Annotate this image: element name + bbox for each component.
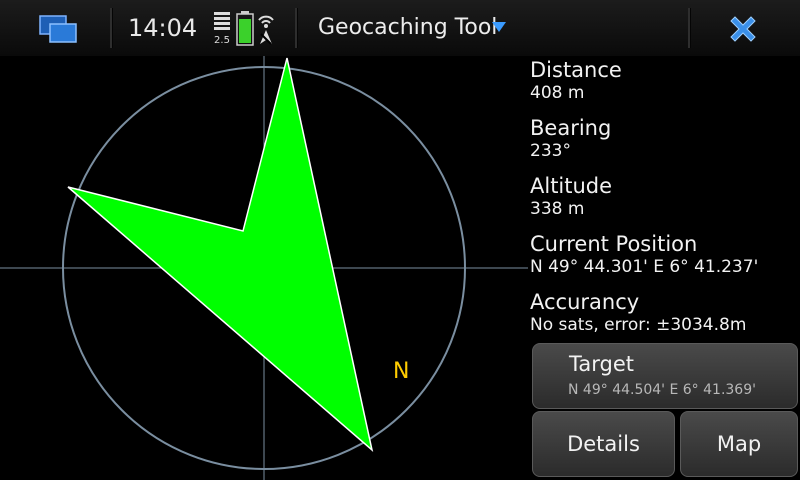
position-label: Current Position — [530, 232, 698, 256]
distance-label: Distance — [530, 58, 622, 82]
north-label: N — [393, 359, 409, 384]
altitude-label: Altitude — [530, 174, 613, 198]
map-button[interactable]: Map — [680, 411, 798, 477]
status-bar: 14:04 2.5 Geocaching Tool — [0, 0, 800, 56]
info-panel: Distance 408 m Bearing 233° Altitude 338… — [530, 58, 798, 348]
close-icon[interactable] — [726, 12, 760, 46]
dropdown-arrow-icon[interactable] — [492, 22, 506, 34]
distance-value: 408 m — [530, 83, 585, 103]
gps-icon[interactable] — [256, 12, 276, 46]
accuracy-value: No sats, error: ±3034.8m — [530, 315, 747, 335]
separator — [688, 8, 691, 48]
details-label: Details — [567, 432, 640, 456]
separator — [110, 8, 113, 48]
accuracy-label: Accurancy — [530, 290, 640, 314]
battery-icon[interactable] — [236, 10, 254, 46]
target-coords: N 49° 44.504' E 6° 41.369' — [568, 382, 756, 398]
signal-text: 2.5 — [214, 35, 230, 46]
map-label: Map — [716, 432, 762, 456]
signal-strength-icon[interactable]: 2.5 — [212, 10, 232, 46]
altitude-value: 338 m — [530, 199, 585, 219]
separator — [295, 8, 298, 48]
clock[interactable]: 14:04 — [128, 14, 197, 42]
target-label: Target — [569, 352, 634, 376]
bearing-label: Bearing — [530, 116, 612, 140]
app-title[interactable]: Geocaching Tool — [318, 15, 497, 40]
details-button[interactable]: Details — [532, 411, 675, 477]
bearing-value: 233° — [530, 141, 571, 161]
position-value: N 49° 44.301' E 6° 41.237' — [530, 257, 759, 277]
target-button[interactable]: Target N 49° 44.504' E 6° 41.369' — [532, 343, 798, 409]
compass: N — [0, 56, 528, 480]
direction-arrow — [67, 57, 374, 453]
task-switcher-icon[interactable] — [38, 14, 78, 44]
